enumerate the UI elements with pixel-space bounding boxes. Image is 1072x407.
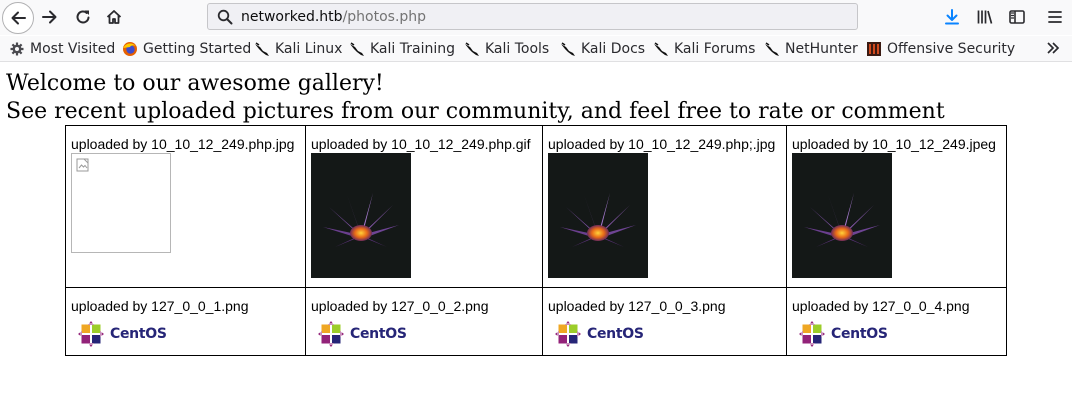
url-host: networked.htb xyxy=(241,9,343,25)
centos-wordmark: CentOS xyxy=(831,326,888,342)
address-bar[interactable]: networked.htb/photos.php xyxy=(207,3,858,30)
centos-emblem-icon xyxy=(318,321,344,347)
broken-image-icon xyxy=(71,153,171,253)
centos-logo: CentOS xyxy=(318,320,542,348)
centos-logo: CentOS xyxy=(78,320,305,348)
centos-emblem-icon xyxy=(78,321,104,347)
centos-wordmark: CentOS xyxy=(587,326,644,342)
bookmark-label: NetHunter xyxy=(785,41,858,57)
centos-logo: CentOS xyxy=(555,320,786,348)
url-text[interactable]: networked.htb/photos.php xyxy=(241,9,426,25)
upload-caption: uploaded by 10_10_12_249.php.gif xyxy=(311,136,531,152)
search-icon xyxy=(217,9,233,25)
gear-icon xyxy=(10,42,24,56)
kali-dragon-icon xyxy=(255,42,269,56)
menu-icon[interactable] xyxy=(1046,8,1064,26)
upload-caption: uploaded by 10_10_12_249.jpeg xyxy=(792,136,996,152)
upload-caption: uploaded by 127_0_0_4.png xyxy=(792,298,970,314)
home-icon xyxy=(106,10,122,24)
sidebar-icon[interactable] xyxy=(1008,8,1026,26)
library-icon[interactable] xyxy=(976,8,994,26)
back-button[interactable] xyxy=(2,2,34,34)
centos-wordmark: CentOS xyxy=(110,326,167,342)
upload-caption: uploaded by 127_0_0_2.png xyxy=(311,298,489,314)
bookmark-nethunter[interactable]: NetHunter xyxy=(764,40,858,58)
bookmark-kali-training[interactable]: Kali Training xyxy=(349,40,455,58)
kali-dragon-icon xyxy=(765,42,779,56)
reload-button[interactable] xyxy=(68,2,98,32)
flower-photo xyxy=(548,153,648,278)
centos-wordmark: CentOS xyxy=(350,326,407,342)
bookmark-kali-linux[interactable]: Kali Linux xyxy=(254,40,342,58)
table-row: uploaded by 10_10_12_249.php.jpg uploade… xyxy=(65,125,1007,288)
url-path: /photos.php xyxy=(342,9,427,25)
bookmark-kali-forums[interactable]: Kali Forums xyxy=(653,40,755,58)
bookmark-kali-docs[interactable]: Kali Docs xyxy=(560,40,645,58)
bookmark-label: Kali Linux xyxy=(275,41,343,57)
page-content: Welcome to our awesome gallery! See rece… xyxy=(0,62,1072,407)
bookmark-label: Offensive Security xyxy=(887,41,1016,57)
gallery-cell: uploaded by 127_0_0_1.png CentOS xyxy=(65,287,306,356)
table-row: uploaded by 127_0_0_1.png CentOS uploade… xyxy=(65,287,1007,356)
bookmark-kali-tools[interactable]: Kali Tools xyxy=(464,40,549,58)
bookmark-label: Kali Forums xyxy=(674,41,756,57)
navigation-toolbar: networked.htb/photos.php xyxy=(0,0,1072,35)
forward-arrow-icon xyxy=(42,10,57,24)
bookmark-label: Kali Training xyxy=(370,41,455,57)
gallery-cell: uploaded by 10_10_12_249.php.gif xyxy=(305,125,543,288)
page-subheading: See recent uploaded pictures from our co… xyxy=(6,99,945,124)
reload-icon xyxy=(76,10,90,24)
bookmark-label: Most Visited xyxy=(30,41,116,57)
flower-photo xyxy=(311,153,411,278)
download-icon[interactable] xyxy=(943,8,961,26)
flower-photo xyxy=(792,153,892,278)
kali-dragon-icon xyxy=(465,42,479,56)
home-button[interactable] xyxy=(99,2,129,32)
bookmark-offensive-security[interactable]: Offensive Security xyxy=(866,40,1015,58)
gallery-cell: uploaded by 127_0_0_3.png CentOS xyxy=(542,287,787,356)
bookmarks-overflow-chevron-icon[interactable] xyxy=(1045,40,1061,56)
upload-caption: uploaded by 10_10_12_249.php;.jpg xyxy=(548,136,776,152)
gallery-cell: uploaded by 10_10_12_249.jpeg xyxy=(786,125,1007,288)
centos-emblem-icon xyxy=(799,321,825,347)
bookmark-label: Kali Tools xyxy=(485,41,550,57)
upload-caption: uploaded by 10_10_12_249.php.jpg xyxy=(71,136,295,152)
offsec-icon xyxy=(867,42,881,56)
firefox-icon xyxy=(123,42,137,56)
gallery-cell: uploaded by 127_0_0_4.png CentOS xyxy=(786,287,1007,356)
gallery-cell: uploaded by 127_0_0_2.png CentOS xyxy=(305,287,543,356)
upload-caption: uploaded by 127_0_0_3.png xyxy=(548,298,726,314)
bookmark-label: Kali Docs xyxy=(581,41,646,57)
bookmarks-toolbar: Most Visited Getting Started Kali Linux … xyxy=(0,36,1072,62)
back-arrow-icon xyxy=(11,11,26,25)
page-heading: Welcome to our awesome gallery! xyxy=(6,71,384,96)
gallery-cell: uploaded by 10_10_12_249.php.jpg xyxy=(65,125,306,288)
kali-dragon-icon xyxy=(350,42,364,56)
forward-button[interactable] xyxy=(35,2,65,32)
centos-logo: CentOS xyxy=(799,320,1006,348)
bookmark-label: Getting Started xyxy=(143,41,252,57)
bookmark-most-visited[interactable]: Most Visited xyxy=(9,40,115,58)
kali-dragon-icon xyxy=(561,42,575,56)
bookmark-getting-started[interactable]: Getting Started xyxy=(122,40,251,58)
centos-emblem-icon xyxy=(555,321,581,347)
gallery-table: uploaded by 10_10_12_249.php.jpg uploade… xyxy=(65,125,1007,356)
kali-dragon-icon xyxy=(654,42,668,56)
upload-caption: uploaded by 127_0_0_1.png xyxy=(71,298,249,314)
gallery-cell: uploaded by 10_10_12_249.php;.jpg xyxy=(542,125,787,288)
